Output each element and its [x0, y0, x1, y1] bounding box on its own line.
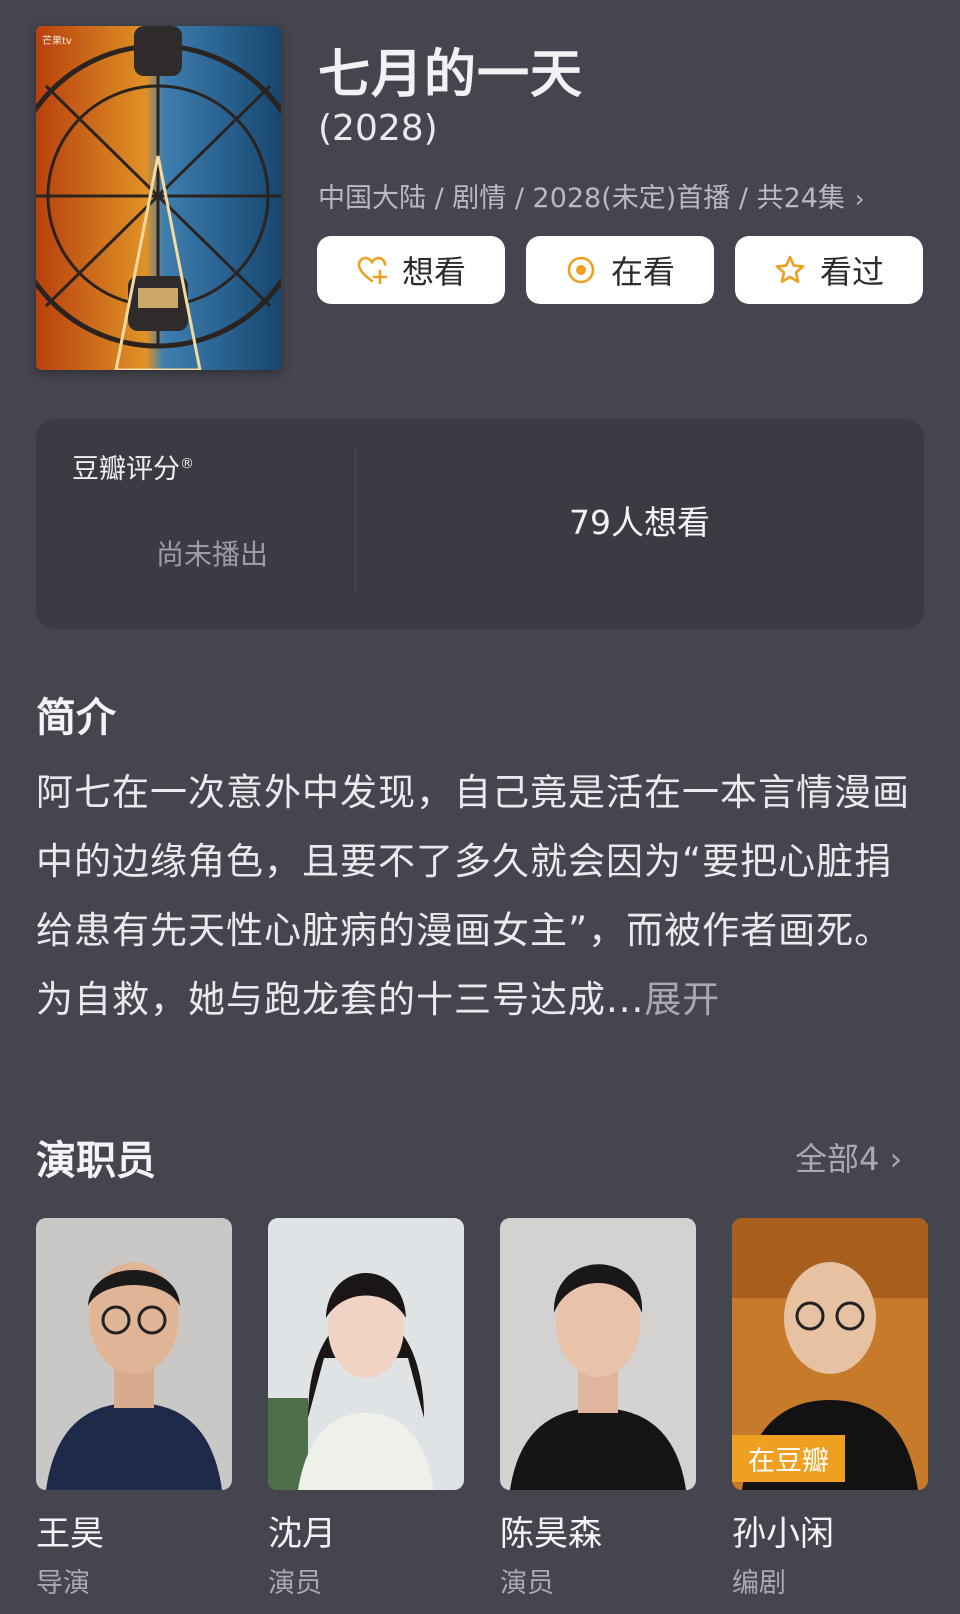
cast-all-link[interactable]: 全部4 ›: [795, 1134, 902, 1180]
cast-card[interactable]: 王昊 导演: [36, 1218, 232, 1600]
cast-all-label: 全部4: [795, 1140, 880, 1178]
cast-role: 编剧: [732, 1568, 786, 1599]
avatar: [500, 1218, 696, 1490]
cast-name: 孙小闲: [732, 1514, 834, 1554]
poster-image[interactable]: 芒果tv: [36, 26, 281, 370]
show-meta-text: 中国大陆 / 剧情 / 2028(未定)首播 / 共24集: [318, 183, 845, 214]
cast-card[interactable]: 在豆瓣 孙小闲 编剧: [732, 1218, 928, 1600]
cast-card[interactable]: 陈昊森 演员: [500, 1218, 696, 1600]
wish-count[interactable]: 79人想看: [355, 496, 924, 544]
intro-text: 阿七在一次意外中发现，自己竟是活在一本言情漫画中的边缘角色，且要不了多久就会因为…: [36, 771, 910, 1021]
douban-rating-label: 豆瓣评分®: [72, 447, 194, 486]
douban-badge: 在豆瓣: [732, 1435, 845, 1482]
chevron-right-icon: ›: [854, 185, 865, 213]
cast-name: 王昊: [36, 1514, 104, 1554]
registered-mark: ®: [180, 456, 194, 472]
watched-button[interactable]: 看过: [735, 236, 923, 304]
avatar: 在豆瓣: [732, 1218, 928, 1490]
watched-label: 看过: [819, 253, 884, 291]
cast-card[interactable]: 沈月 演员: [268, 1218, 464, 1600]
expand-link[interactable]: 展开: [644, 978, 720, 1021]
target-icon: [567, 256, 595, 284]
watching-button[interactable]: 在看: [526, 236, 714, 304]
avatar: [268, 1218, 464, 1490]
watching-label: 在看: [610, 253, 675, 291]
cast-name: 陈昊森: [500, 1514, 602, 1554]
intro-paragraph: 阿七在一次意外中发现，自己竟是活在一本言情漫画中的边缘角色，且要不了多久就会因为…: [36, 758, 926, 1034]
intro-heading: 简介: [36, 695, 116, 741]
douban-rating-text: 豆瓣评分: [72, 454, 180, 485]
want-to-watch-button[interactable]: 想看: [317, 236, 505, 304]
chevron-right-icon: ›: [889, 1140, 903, 1178]
show-meta-link[interactable]: 中国大陆 / 剧情 / 2028(未定)首播 / 共24集 ›: [318, 176, 865, 215]
cast-role: 演员: [500, 1568, 554, 1599]
poster-logo: 芒果tv: [42, 36, 72, 47]
heart-plus-icon: [357, 256, 388, 285]
show-title: 七月的一天: [318, 45, 584, 105]
cast-heading: 演职员: [36, 1138, 156, 1184]
rating-status: 尚未播出: [156, 538, 269, 571]
want-to-watch-label: 想看: [401, 253, 466, 291]
show-year: (2028): [318, 108, 438, 149]
avatar: [36, 1218, 232, 1490]
cast-role: 演员: [268, 1568, 322, 1599]
cast-role: 导演: [36, 1568, 90, 1599]
cast-name: 沈月: [268, 1514, 336, 1554]
star-icon: [775, 255, 805, 284]
